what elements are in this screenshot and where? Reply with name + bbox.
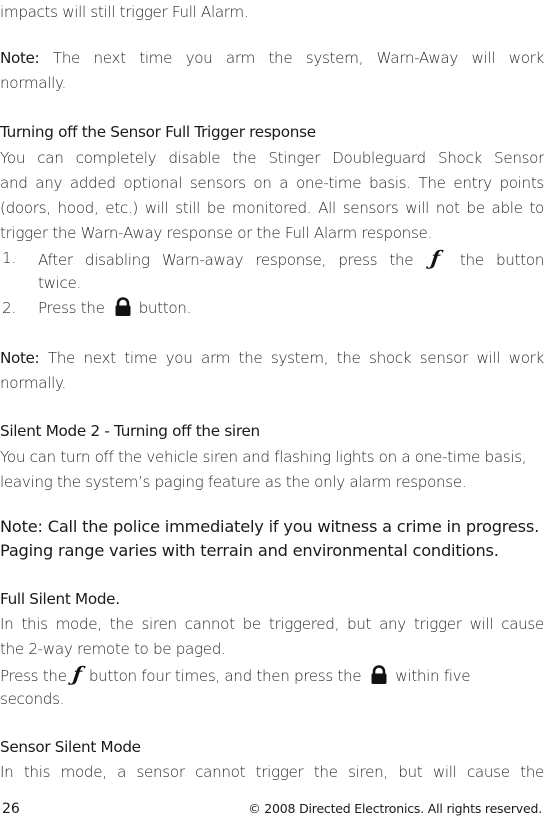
lock-icon [113, 297, 133, 317]
paragraph-line: leaving the system’s paging feature as t… [0, 473, 467, 491]
note-shock-sensor: Note: The next time you arm the system, … [0, 346, 544, 371]
paragraph-intro-tail: impacts will still trigger Full Alarm. [0, 3, 249, 21]
paragraph-line: and any added optional sensors on a one-… [0, 174, 544, 192]
instruction-text: within five [395, 667, 471, 685]
paragraph-line: trigger the Warn-Away response or the Fu… [0, 224, 432, 242]
heading-sensor-full-trigger: Turning off the Sensor Full Trigger resp… [0, 123, 316, 141]
paragraph-press-cont: seconds. [0, 690, 65, 708]
note-warn-away-cont: normally. [0, 74, 66, 92]
step-text: After disabling Warn-away response, pres… [38, 251, 414, 269]
instruction-text: button four times, and then press the [88, 667, 362, 685]
note-warn-away: Note: The next time you arm the system, … [0, 46, 544, 71]
paragraph-line: You can turn off the vehicle siren and f… [0, 448, 527, 466]
f-button-icon: ƒ [429, 246, 442, 270]
note-shock-sensor-cont: normally. [0, 374, 66, 392]
heading-sensor-silent-mode: Sensor Silent Mode [0, 738, 141, 756]
step-text: twice. [38, 274, 82, 292]
note-text: The next time you arm the system, the sh… [39, 349, 544, 367]
copyright-notice: © 2008 Directed Electronics. All rights … [248, 801, 542, 816]
instruction-text: Press the [0, 667, 67, 685]
paragraph-line: (doors, hood, etc.) will still be monito… [0, 199, 544, 217]
note-label: Note: [0, 49, 40, 67]
note-text: The next time you arm the system, Warn-A… [39, 49, 544, 67]
paragraph-line: You can completely disable the Stinger D… [0, 149, 544, 167]
step-text: button. [138, 299, 192, 317]
heading-silent-mode-2: Silent Mode 2 - Turning off the siren [0, 422, 260, 440]
note-label: Note: [0, 349, 40, 367]
step-number: 1. [2, 249, 16, 267]
paragraph-press-instruction: Press the ƒ button four times, and then pr… [0, 662, 544, 689]
paragraph-line: In this mode, a sensor cannot trigger th… [0, 763, 544, 781]
step-text: Press the [38, 299, 105, 317]
page-number: 26 [2, 801, 20, 817]
paragraph-line: the 2-way remote to be paged. [0, 640, 226, 658]
note-police: Note: Call the police immediately if you… [0, 517, 540, 536]
heading-full-silent-mode: Full Silent Mode. [0, 590, 120, 608]
paragraph-line: In this mode, the siren cannot be trigge… [0, 615, 544, 633]
step-text: the button [447, 251, 544, 269]
note-paging-range: Paging range varies with terrain and env… [0, 541, 499, 560]
step-number: 2. [2, 299, 16, 317]
lock-icon [369, 665, 389, 685]
f-button-icon: ƒ [70, 662, 83, 686]
